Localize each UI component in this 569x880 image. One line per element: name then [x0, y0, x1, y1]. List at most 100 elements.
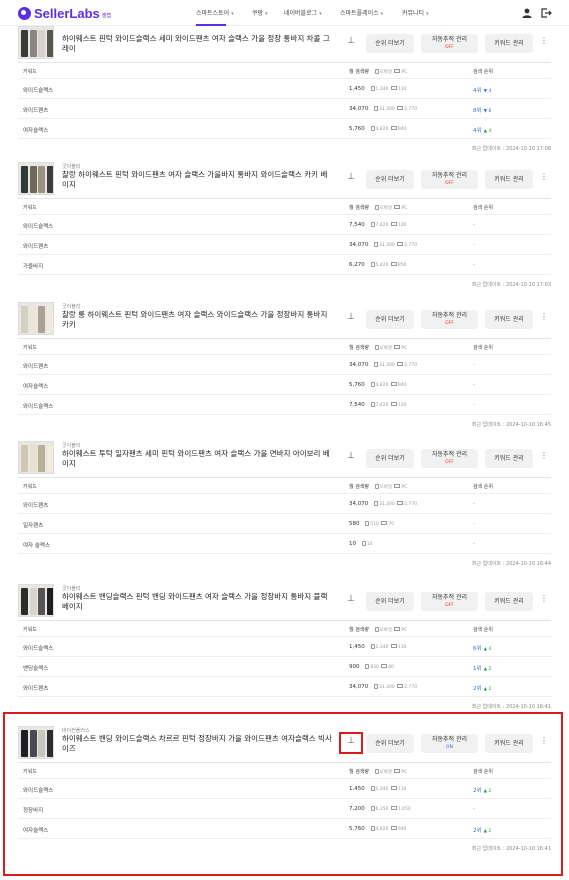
rank-more-button[interactable]: 순위 더보기: [366, 449, 414, 468]
keyword-row[interactable]: 정장바지 7,200 6,150 1,050 -: [18, 799, 551, 819]
keyword-table-header: 키워드 월 검색량 모바일 PC 검색 순위: [18, 762, 551, 779]
auto-track-button[interactable]: 자동추적 관리 OFF: [421, 310, 478, 329]
keyword-row[interactable]: 와이드팬츠 34,070 31,300 2,770 -: [18, 494, 551, 514]
thumb-shape: [46, 306, 53, 333]
auto-track-button[interactable]: 자동추적 관리 OFF: [421, 170, 478, 189]
volume-total: 34,070: [349, 501, 369, 507]
keyword-row[interactable]: 와이드슬랙스 1,450 1,340 110 4위 ▼ 4: [18, 79, 551, 99]
rank-value[interactable]: 1위: [473, 666, 482, 672]
nav-community[interactable]: 커뮤니티 ▾: [402, 8, 429, 17]
rank-more-button[interactable]: 순위 더보기: [366, 34, 414, 53]
col-keyword: 키워드: [23, 345, 37, 351]
keyword-row[interactable]: 와이드팬츠 34,070 31,300 2,770 -: [18, 235, 551, 255]
product-title[interactable]: 하이웨스트 핀턱 와이드슬랙스 세미 와이드팬츠 여자 슬랙스 가을 정장 통바…: [62, 34, 332, 54]
keyword-row[interactable]: 와이드팬츠 34,070 31,300 2,770 -: [18, 355, 551, 375]
keyword-manage-button[interactable]: 키워드 관리: [485, 734, 533, 753]
pin-icon[interactable]: ⊥: [343, 36, 359, 50]
rank-value[interactable]: 2위: [473, 788, 482, 794]
nav-smartplace[interactable]: 스마트플레이스 ▾: [340, 8, 383, 17]
auto-track-button[interactable]: 자동추적 관리 OFF: [421, 34, 478, 53]
col-volume: 월 검색량 모바일 PC: [349, 344, 407, 351]
rank-value[interactable]: 6위: [473, 646, 482, 652]
keyword-manage-button[interactable]: 키워드 관리: [485, 449, 533, 468]
rank-more-button[interactable]: 순위 더보기: [366, 592, 414, 611]
pin-icon[interactable]: ⊥: [343, 736, 359, 750]
keyword-manage-button[interactable]: 키워드 관리: [485, 310, 533, 329]
auto-track-button[interactable]: 자동추적 관리 ON: [421, 734, 478, 753]
more-vertical-icon[interactable]: ⋮: [540, 594, 548, 603]
more-vertical-icon[interactable]: ⋮: [540, 36, 548, 45]
keyword-text: 와이드슬랙스: [23, 788, 54, 794]
monitor-icon: [397, 106, 404, 110]
product-thumbnail[interactable]: [18, 26, 54, 59]
rank-more-button[interactable]: 순위 더보기: [366, 170, 414, 189]
product-title[interactable]: 찰랑 롱 하이웨스트 핀턱 와이드팬츠 여자 슬랙스 와이드슬랙스 가을 정장바…: [62, 310, 332, 330]
keyword-row[interactable]: 와이드팬츠 34,070 31,300 2,770 8위 ▼ 6: [18, 99, 551, 119]
keyword-row[interactable]: 여자슬랙스 5,760 4,820 940 4위 ▲ 4: [18, 119, 551, 139]
rank-value[interactable]: 4위: [473, 88, 482, 94]
user-icon[interactable]: [521, 7, 533, 19]
product-thumbnail[interactable]: [18, 302, 54, 335]
volume-pc: 2,770: [404, 685, 418, 690]
nav-coupang[interactable]: 쿠팡 ▾: [252, 8, 268, 17]
rank-value[interactable]: 4위: [473, 128, 482, 134]
auto-track-button[interactable]: 자동추적 관리 OFF: [421, 449, 478, 468]
volume-pc: 850: [397, 263, 407, 268]
product-title[interactable]: 하이웨스트 밴딩슬랙스 핀턱 밴딩 와이드팬츠 여자 슬랙스 가을 정장바지 통…: [62, 592, 332, 612]
rank-value[interactable]: 2위: [473, 828, 482, 834]
keyword-row[interactable]: 밴딩슬랙스 900 820 80 1위 ▲ 2: [18, 657, 551, 677]
monitor-icon: [394, 769, 401, 773]
store-name[interactable]: 굿이블리: [62, 585, 80, 592]
rank-value[interactable]: 8위: [473, 108, 482, 114]
nav-smartstore[interactable]: 스마트스토어 ▾: [196, 8, 234, 17]
pin-icon[interactable]: ⊥: [343, 312, 359, 326]
logo[interactable]: SellerLabs 셀랩: [18, 6, 111, 21]
product-title[interactable]: 찰랑 하이웨스트 핀턱 와이드팬츠 여자 슬랙스 가을바지 통바지 와이드슬랙스…: [62, 170, 332, 190]
volume-cell: 34,070 31,300 2,770: [349, 242, 417, 248]
keyword-row[interactable]: 일자팬츠 580 510 70 -: [18, 514, 551, 534]
product-thumbnail[interactable]: [18, 162, 54, 195]
pin-icon[interactable]: ⊥: [343, 172, 359, 186]
volume-cell: 580 510 70: [349, 521, 394, 527]
more-vertical-icon[interactable]: ⋮: [540, 736, 548, 745]
keyword-table: 키워드 월 검색량 모바일 PC 검색 순위 와이드슬랙스 1,450 1,34…: [18, 620, 551, 697]
pin-icon[interactable]: ⊥: [343, 451, 359, 465]
keyword-row[interactable]: 와이드슬랙스 1,450 1,340 110 2위 ▲ 2: [18, 779, 551, 799]
volume-pc: 2,770: [404, 502, 418, 507]
product-thumbnail[interactable]: [18, 584, 54, 617]
more-vertical-icon[interactable]: ⋮: [540, 451, 548, 460]
more-vertical-icon[interactable]: ⋮: [540, 312, 548, 321]
volume-mobile: 31,300: [379, 243, 395, 248]
store-name[interactable]: 바이썬플러스: [62, 727, 90, 734]
keyword-row[interactable]: 여자슬랙스 5,760 4,820 940 -: [18, 375, 551, 395]
more-vertical-icon[interactable]: ⋮: [540, 172, 548, 181]
product-title[interactable]: 하이웨스트 투턱 일자팬츠 세미 핀턱 와이드팬츠 여자 슬랙스 가을 면바지 …: [62, 449, 332, 469]
keyword-row[interactable]: 가을바지 6,270 5,420 850 -: [18, 255, 551, 275]
keyword-manage-button[interactable]: 키워드 관리: [485, 592, 533, 611]
keyword-manage-button[interactable]: 키워드 관리: [485, 170, 533, 189]
thumb-shape: [38, 588, 45, 615]
auto-track-button[interactable]: 자동추적 관리 OFF: [421, 592, 478, 611]
rank-more-button[interactable]: 순위 더보기: [366, 734, 414, 753]
product-thumbnail[interactable]: [18, 726, 54, 759]
pin-icon[interactable]: ⊥: [343, 594, 359, 608]
keyword-row[interactable]: 여자 슬랙스 10 10 -: [18, 534, 551, 554]
product-title[interactable]: 하이웨스트 밴딩 와이드슬랙스 차르르 핀턱 정장바지 가을 와이드팬츠 여자슬…: [62, 734, 332, 754]
keyword-manage-button[interactable]: 키워드 관리: [485, 34, 533, 53]
updated-label: 최근 업데이트 :: [471, 422, 505, 428]
keyword-row[interactable]: 와이드슬랙스 1,450 1,340 110 6위 ▲ 0: [18, 637, 551, 657]
keyword-row[interactable]: 여자슬랙스 5,760 4,820 940 2위 ▲ 2: [18, 819, 551, 839]
store-name[interactable]: 굿이블리: [62, 442, 80, 449]
logout-icon[interactable]: [540, 7, 552, 19]
keyword-row[interactable]: 와이드슬랙스 7,540 7,420 120 -: [18, 395, 551, 415]
product-thumbnail[interactable]: [18, 441, 54, 474]
nav-naver-blog[interactable]: 네이버블로그 ▾: [284, 8, 322, 17]
keyword-row[interactable]: 와이드팬츠 34,070 31,300 2,770 2위 ▲ 2: [18, 677, 551, 697]
keyword-table-header: 키워드 월 검색량 모바일 PC 검색 순위: [18, 62, 551, 79]
auto-track-status: OFF: [445, 181, 454, 186]
keyword-row[interactable]: 와이드슬랙스 7,540 7,420 120 -: [18, 215, 551, 235]
store-name[interactable]: 굿이블리: [62, 303, 80, 310]
store-name[interactable]: 굿이블리: [62, 163, 80, 170]
rank-more-button[interactable]: 순위 더보기: [366, 310, 414, 329]
rank-value[interactable]: 2위: [473, 686, 482, 692]
